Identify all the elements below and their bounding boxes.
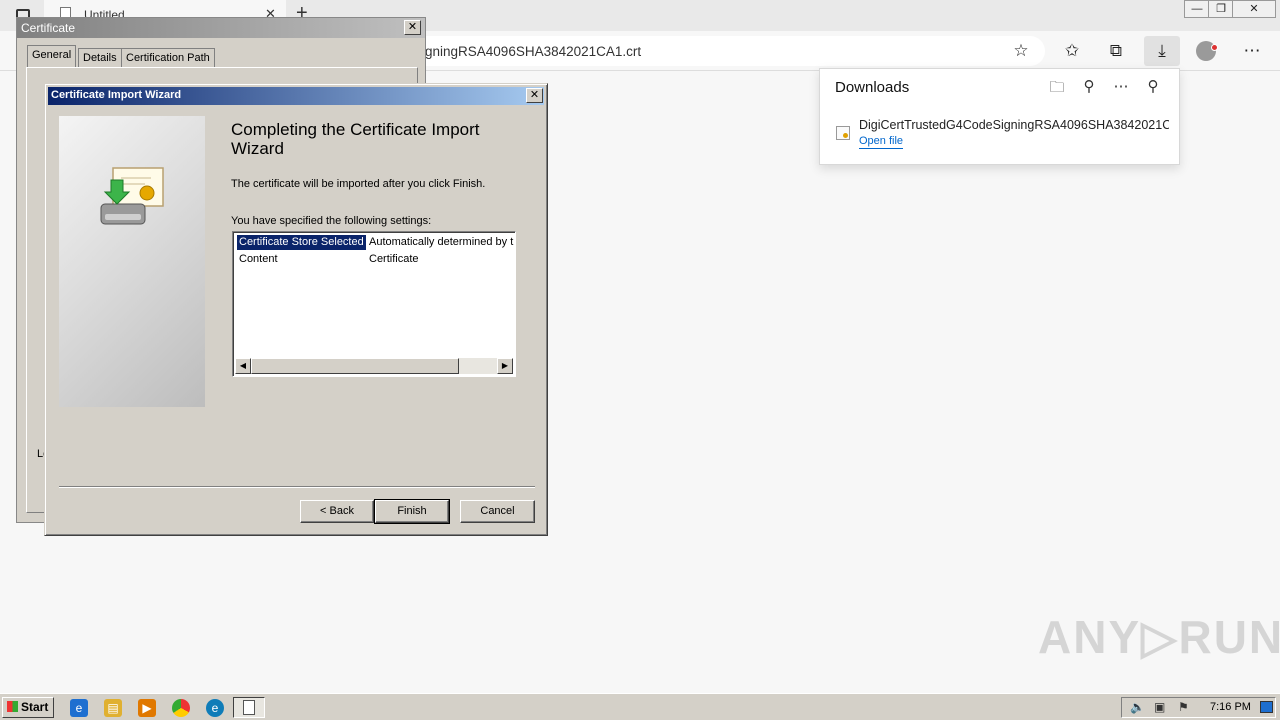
certificate-title: Certificate	[21, 21, 76, 35]
finish-button[interactable]: Finish	[374, 499, 450, 524]
restore-button[interactable]: ❐	[1208, 0, 1234, 18]
minimize-button[interactable]: —	[1184, 0, 1210, 18]
document-icon	[243, 700, 255, 715]
scroll-thumb[interactable]	[251, 358, 459, 374]
back-button[interactable]: < Back	[300, 500, 374, 523]
profile-status-dot	[1211, 44, 1218, 51]
collections-icon[interactable]: ⧉	[1101, 36, 1131, 66]
close-window-button[interactable]: ✕	[1232, 0, 1276, 18]
wizard-side-panel	[59, 116, 205, 407]
scroll-right-button[interactable]: ▶	[497, 358, 513, 374]
action-center-flag-icon[interactable]: ⚑	[1178, 700, 1189, 714]
add-favorite-icon[interactable]: ☆	[1006, 36, 1036, 66]
download-file-name[interactable]: DigiCertTrustedG4CodeSigningRSA4096SHA38…	[859, 118, 1169, 132]
settings-label: You have specified the following setting…	[231, 215, 432, 227]
open-folder-icon[interactable]: 🗀	[1045, 77, 1069, 99]
tab-general[interactable]: General	[27, 45, 77, 68]
media-player-icon[interactable]: ▶	[138, 699, 156, 717]
certificate-import-wizard: Certificate Import Wizard ✕ Completing t…	[44, 83, 548, 536]
wizard-separator	[59, 486, 535, 488]
show-desktop-icon[interactable]	[1260, 701, 1273, 713]
wizard-heading: Completing the Certificate Import Wizard	[231, 120, 480, 158]
scroll-left-button[interactable]: ◀	[235, 358, 251, 374]
setting-name: Certificate Store Selected	[237, 235, 366, 250]
downloads-title: Downloads	[835, 79, 910, 96]
watermark-logo: ANY▷RUN	[1038, 611, 1280, 663]
wizard-close-button[interactable]: ✕	[526, 88, 543, 103]
certificate-titlebar: Certificate ✕	[17, 18, 425, 38]
tab-details[interactable]: Details	[78, 48, 122, 67]
clock[interactable]: 7:16 PM	[1210, 701, 1251, 713]
start-button[interactable]: Start	[2, 697, 54, 718]
wizard-title: Certificate Import Wizard	[51, 89, 182, 101]
volume-icon[interactable]: 🔈	[1130, 700, 1145, 714]
wizard-titlebar: Certificate Import Wizard ✕	[48, 87, 544, 105]
setting-value: Automatically determined by t	[369, 236, 514, 248]
downloads-panel: Downloads 🗀 ⚲ ⋯ ⚲ DigiCertTrustedG4CodeS…	[819, 68, 1180, 165]
system-tray: 🔈 ▣ ⚑ 7:16 PM	[1121, 697, 1276, 718]
downloads-icon[interactable]: ⤓	[1144, 36, 1180, 66]
more-options-icon[interactable]: ⋯	[1109, 77, 1133, 99]
taskbar-window-button[interactable]	[233, 697, 265, 718]
taskbar: Start e ▤ ▶ e 🔈 ▣ ⚑ 7:16 PM	[0, 693, 1280, 720]
start-label: Start	[21, 700, 49, 714]
network-icon[interactable]: ▣	[1154, 700, 1165, 714]
internet-explorer-icon[interactable]: e	[70, 699, 88, 717]
favorites-icon[interactable]: ✩	[1057, 36, 1087, 66]
setting-value: Certificate	[369, 253, 419, 265]
address-text: igningRSA4096SHA3842021CA1.crt	[422, 44, 642, 59]
wizard-description: The certificate will be imported after y…	[231, 178, 486, 190]
tab-certification-path[interactable]: Certification Path	[121, 48, 215, 67]
search-icon[interactable]: ⚲	[1077, 77, 1101, 99]
edge-icon[interactable]: e	[206, 699, 224, 717]
pin-icon[interactable]: ⚲	[1141, 77, 1165, 99]
file-explorer-icon[interactable]: ▤	[104, 699, 122, 717]
certificate-import-icon	[100, 167, 164, 225]
horizontal-scrollbar[interactable]: ◀ ▶	[235, 358, 513, 374]
chrome-icon[interactable]	[172, 699, 190, 717]
address-bar[interactable]: igningRSA4096SHA3842021CA1.crt	[380, 36, 1045, 66]
more-icon[interactable]: ⋯	[1237, 36, 1267, 66]
open-file-link[interactable]: Open file	[859, 135, 904, 149]
setting-name: Content	[239, 253, 278, 265]
certificate-close-button[interactable]: ✕	[404, 20, 421, 35]
windows-logo-icon	[7, 701, 18, 712]
settings-list[interactable]: Certificate Store Selected Automatically…	[232, 231, 516, 377]
certificate-file-icon	[836, 126, 850, 140]
cancel-button[interactable]: Cancel	[460, 500, 535, 523]
